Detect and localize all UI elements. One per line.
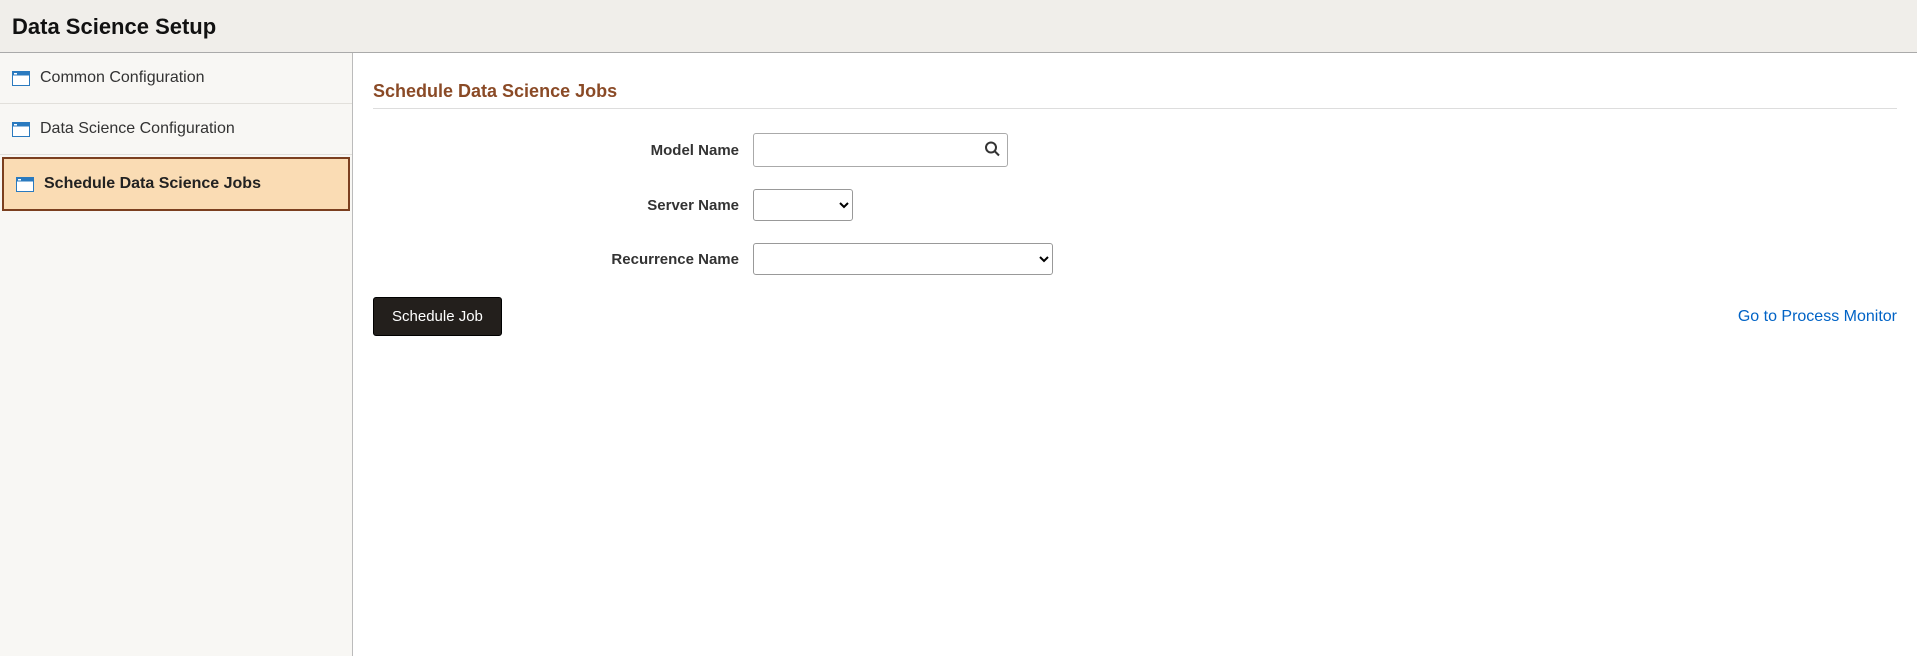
model-name-input[interactable] bbox=[753, 133, 1008, 167]
sidebar-item-schedule-jobs[interactable]: Schedule Data Science Jobs bbox=[2, 157, 350, 211]
sidebar-item-label: Data Science Configuration bbox=[40, 120, 235, 138]
action-row: Schedule Job Go to Process Monitor bbox=[373, 297, 1897, 336]
row-server-name: Server Name bbox=[373, 189, 1897, 221]
sidebar-item-data-science-config[interactable]: Data Science Configuration bbox=[0, 104, 352, 155]
schedule-job-button[interactable]: Schedule Job bbox=[373, 297, 502, 336]
label-server-name: Server Name bbox=[373, 197, 753, 214]
recurrence-name-select[interactable] bbox=[753, 243, 1053, 275]
content-wrap: Common Configuration Data Science Config… bbox=[0, 53, 1917, 656]
sidebar-item-common-config[interactable]: Common Configuration bbox=[0, 53, 352, 104]
page-title: Data Science Setup bbox=[12, 14, 1905, 40]
search-icon[interactable] bbox=[984, 141, 1000, 160]
lookup-model-name bbox=[753, 133, 1008, 167]
sidebar-item-label: Schedule Data Science Jobs bbox=[44, 175, 261, 193]
page-header: Data Science Setup bbox=[0, 0, 1917, 53]
window-icon bbox=[12, 71, 30, 86]
process-monitor-link[interactable]: Go to Process Monitor bbox=[1738, 308, 1897, 326]
row-model-name: Model Name bbox=[373, 133, 1897, 167]
row-recurrence-name: Recurrence Name bbox=[373, 243, 1897, 275]
sidebar: Common Configuration Data Science Config… bbox=[0, 53, 353, 656]
section-title: Schedule Data Science Jobs bbox=[373, 81, 1897, 109]
sidebar-item-label: Common Configuration bbox=[40, 69, 205, 87]
label-recurrence-name: Recurrence Name bbox=[373, 251, 753, 268]
main-panel: Schedule Data Science Jobs Model Name Se… bbox=[353, 53, 1917, 656]
window-icon bbox=[16, 177, 34, 192]
label-model-name: Model Name bbox=[373, 142, 753, 159]
window-icon bbox=[12, 122, 30, 137]
server-name-select[interactable] bbox=[753, 189, 853, 221]
